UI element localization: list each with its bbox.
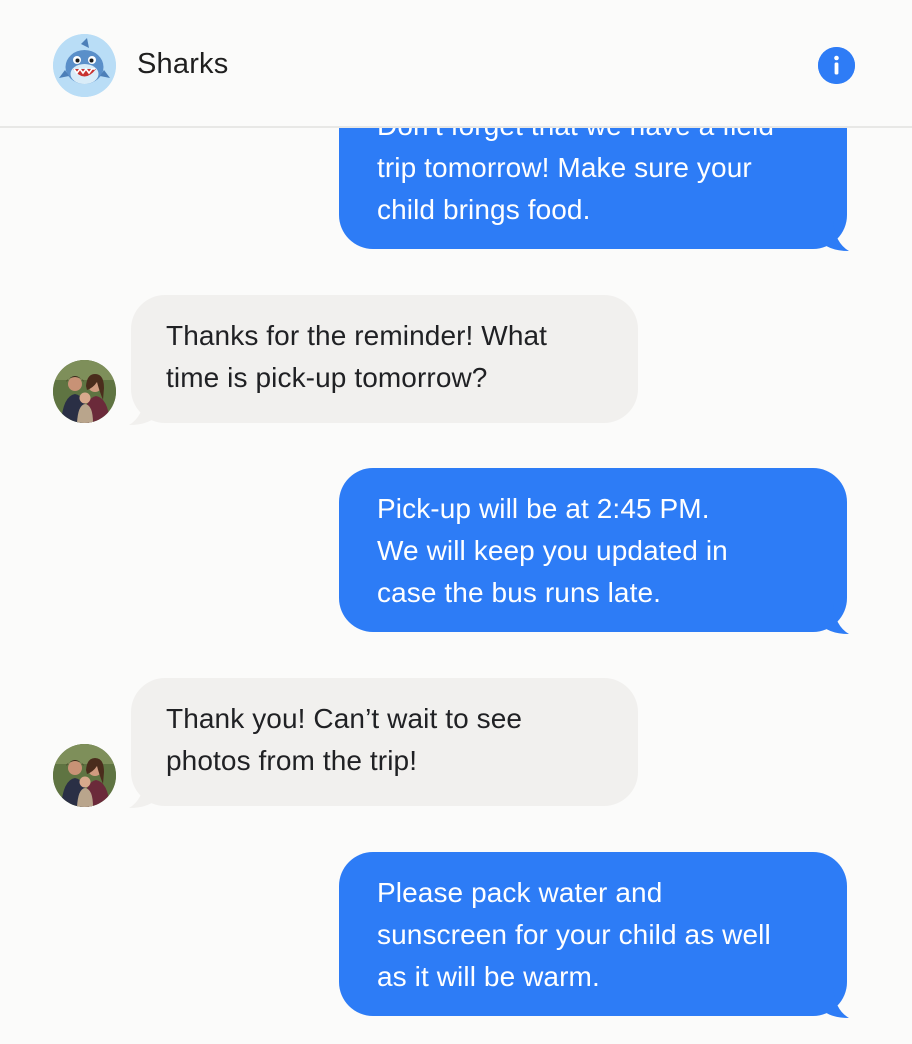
bubble-tail bbox=[129, 778, 159, 808]
message-line: Pick-up will be at 2:45 PM. bbox=[377, 493, 710, 524]
family-photo-icon bbox=[53, 744, 116, 807]
bubble-tail bbox=[129, 395, 159, 425]
message-line: time is pick-up tomorrow? bbox=[166, 362, 488, 393]
group-avatar[interactable] bbox=[53, 34, 116, 97]
message-line: Please pack water and bbox=[377, 877, 663, 908]
sender-avatar[interactable] bbox=[53, 744, 116, 807]
bubble-tail bbox=[819, 221, 849, 251]
message-line: photos from the trip! bbox=[166, 745, 418, 776]
message-line: We will keep you updated in bbox=[377, 535, 728, 566]
message-line: child brings food. bbox=[377, 194, 591, 225]
message-line: sunscreen for your child as well bbox=[377, 919, 771, 950]
sender-avatar[interactable] bbox=[53, 360, 116, 423]
chat-window: Sharks Don’t forget that we have a field… bbox=[0, 0, 912, 1044]
message-line: trip tomorrow! Make sure your bbox=[377, 152, 752, 183]
message-bubble-incoming[interactable]: Thanks for the reminder! What time is pi… bbox=[129, 295, 638, 425]
family-photo-icon bbox=[53, 360, 116, 423]
message-line: as it will be warm. bbox=[377, 961, 600, 992]
chat-header: Sharks bbox=[0, 0, 912, 128]
message-line: Thanks for the reminder! What bbox=[166, 320, 548, 351]
message-bubble-outgoing[interactable]: Pick-up will be at 2:45 PM. We will keep… bbox=[339, 468, 849, 634]
info-icon bbox=[818, 47, 855, 84]
message-line: Thank you! Can’t wait to see bbox=[166, 703, 523, 734]
bubble-tail bbox=[819, 988, 849, 1018]
message-bubble-outgoing[interactable]: Please pack water and sunscreen for your… bbox=[339, 852, 849, 1018]
shark-icon bbox=[53, 34, 116, 97]
bubble-tail bbox=[819, 604, 849, 634]
message-bubble-incoming[interactable]: Thank you! Can’t wait to see photos from… bbox=[129, 678, 638, 808]
group-name: Sharks bbox=[137, 48, 229, 80]
info-button[interactable] bbox=[818, 47, 855, 84]
message-line: case the bus runs late. bbox=[377, 577, 662, 608]
